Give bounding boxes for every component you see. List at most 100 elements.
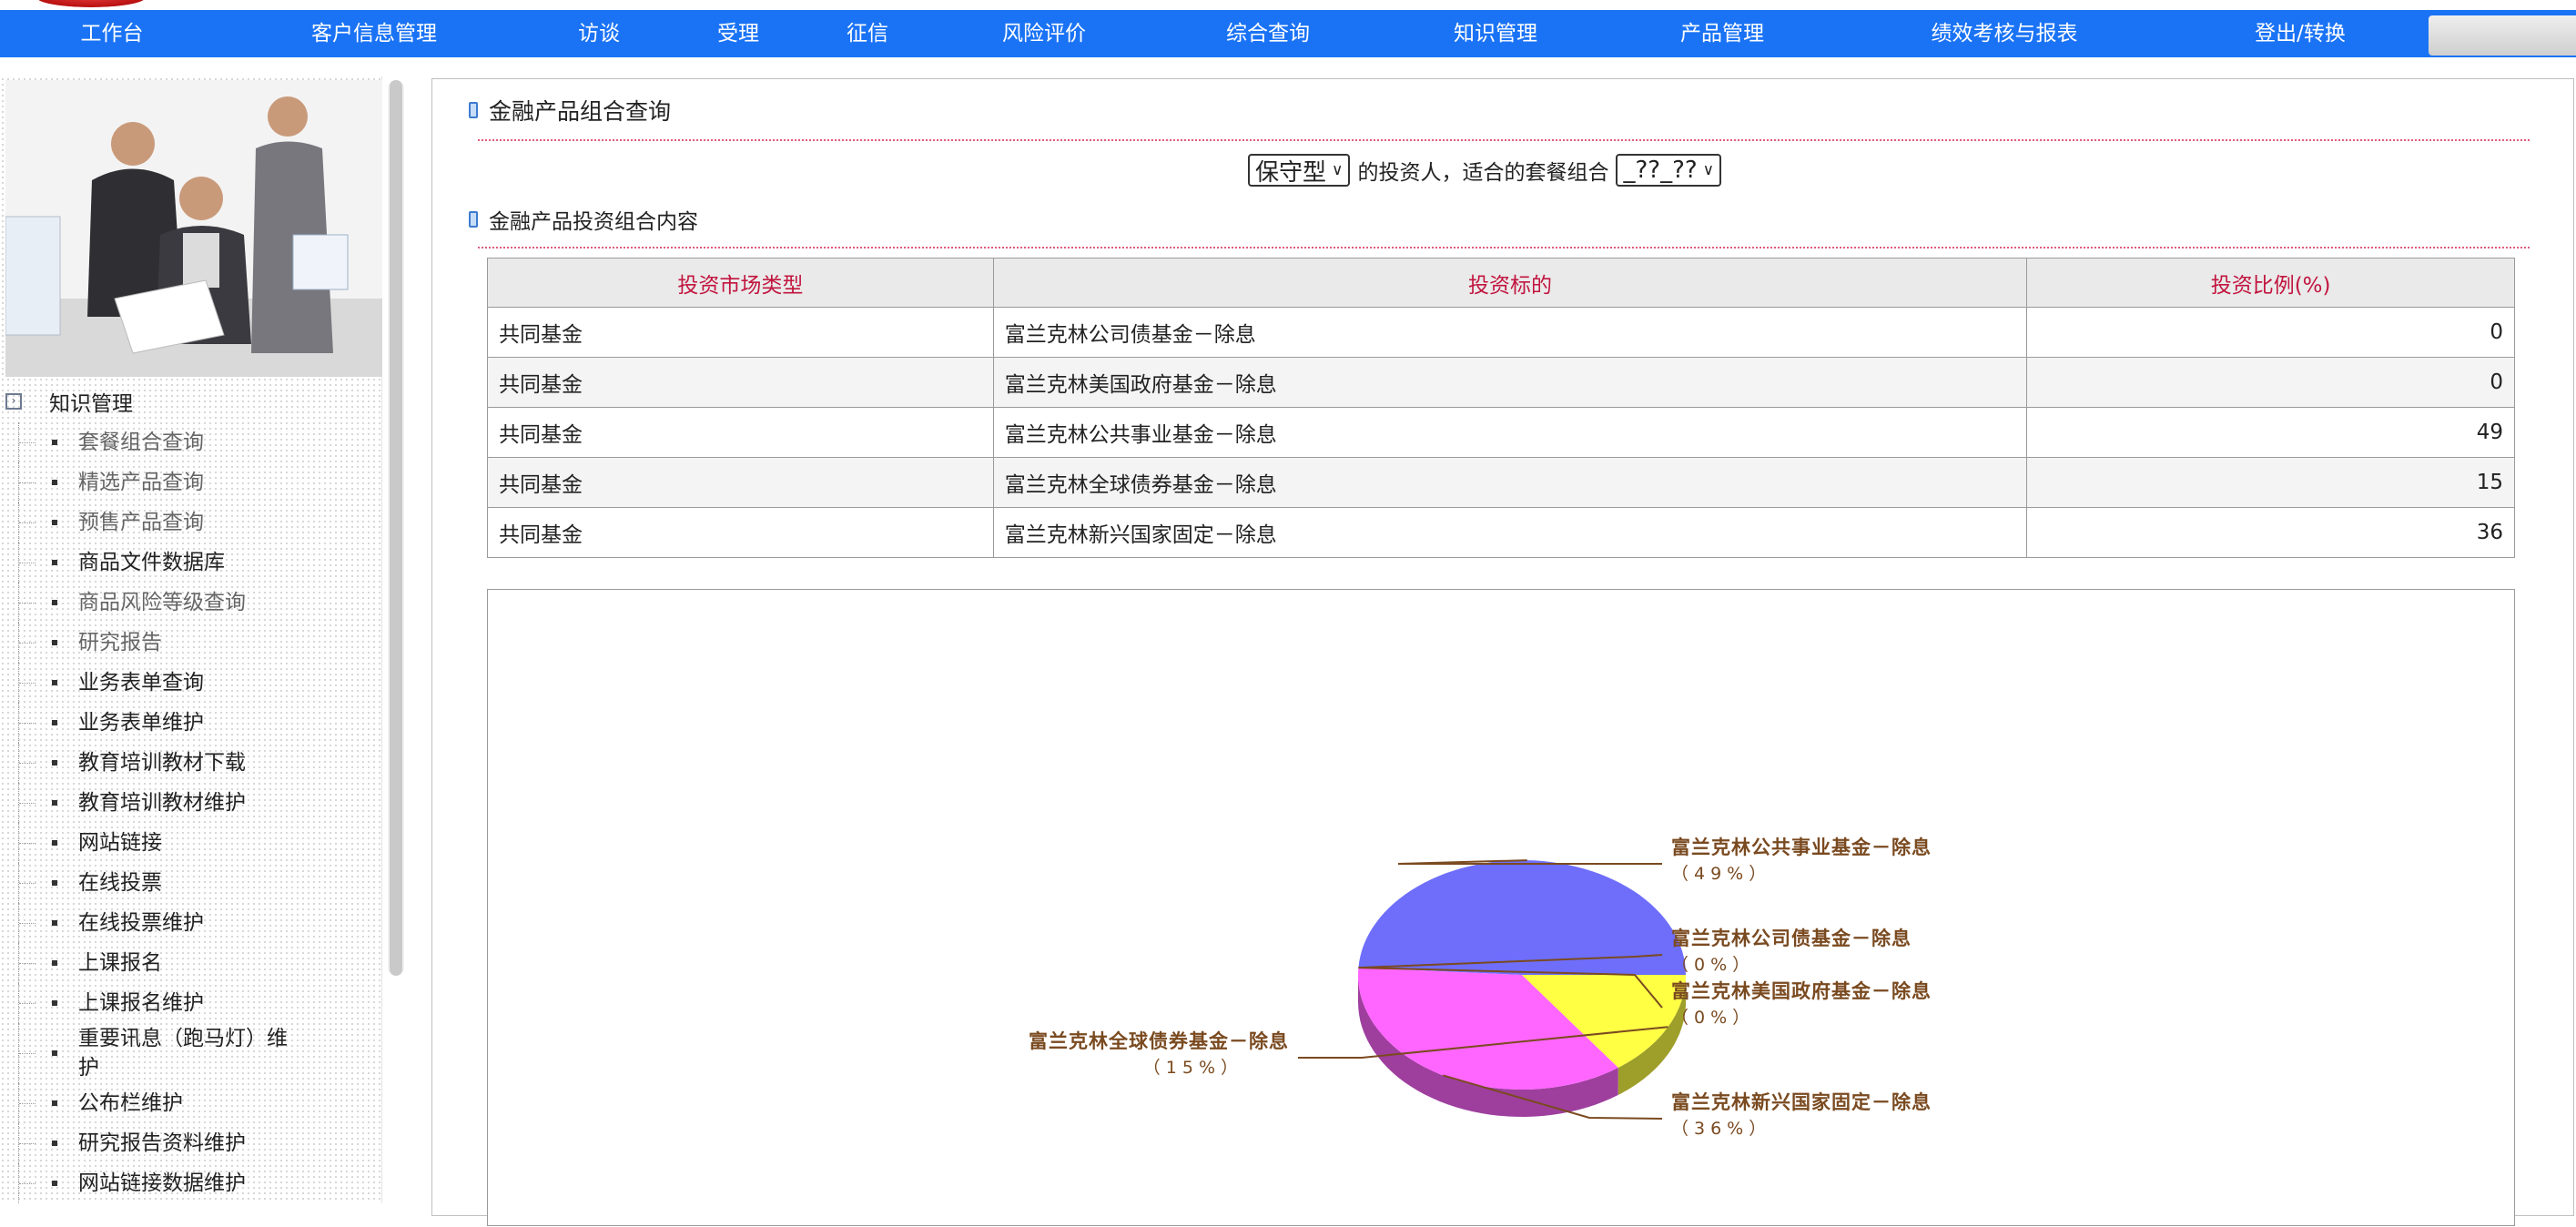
sidebar-item-product-docs[interactable]: 商品文件数据库 bbox=[0, 543, 382, 583]
portfolio-table: 投资市场类型 投资标的 投资比例(%) 共同基金 富兰克林公司债基金－除息 0 … bbox=[487, 258, 2515, 558]
sidebar-item-label: 精选产品查询 bbox=[78, 471, 204, 494]
nav-customer-info[interactable]: 客户信息管理 bbox=[311, 10, 437, 57]
table-row: 共同基金 富兰克林全球债券基金－除息 15 bbox=[487, 457, 2515, 508]
subtitle-row: 金融产品投资组合内容 bbox=[469, 201, 698, 238]
table-cell: 共同基金 bbox=[487, 407, 994, 458]
sidebar-item-class-signup-maintain[interactable]: 上课报名维护 bbox=[0, 983, 382, 1023]
table-cell: 0 bbox=[2026, 357, 2515, 408]
pie-slice-percent: （0%） bbox=[1671, 1008, 1755, 1028]
table-header-row: 投资市场类型 投资标的 投资比例(%) bbox=[487, 258, 2515, 308]
nav-right-panel bbox=[2429, 15, 2576, 56]
sidebar-item-link-data-maintain[interactable]: 网站链接数据维护 bbox=[0, 1163, 382, 1203]
table-row: 共同基金 富兰克林公司债基金－除息 0 bbox=[487, 307, 2515, 358]
pie-slice-label: 富兰克林美国政府基金－除息 bbox=[1671, 980, 1932, 1002]
sidebar-section-title: 知识管理 bbox=[49, 392, 133, 416]
sidebar-item-bulletin-maintain[interactable]: 公布栏维护 bbox=[0, 1083, 382, 1123]
sidebar-section-knowledge[interactable]: › 知识管理 bbox=[5, 386, 133, 417]
table-cell: 富兰克林美国政府基金－除息 bbox=[992, 357, 2028, 408]
sidebar-scroll-thumb[interactable] bbox=[390, 80, 402, 976]
divider bbox=[478, 139, 2530, 141]
table-cell: 富兰克林公共事业基金－除息 bbox=[992, 407, 2028, 458]
business-people-photo bbox=[5, 80, 382, 377]
sidebar-item-label: 教育培训教材维护 bbox=[78, 791, 246, 815]
nav-product[interactable]: 产品管理 bbox=[1680, 10, 1764, 57]
pie-slice-label: 富兰克林公司债基金－除息 bbox=[1671, 928, 1912, 949]
sidebar-item-form-maintain[interactable]: 业务表单维护 bbox=[0, 703, 382, 743]
combo-select[interactable]: _??_?? ∨ bbox=[1616, 154, 1722, 187]
sidebar-item-label: 在线投票维护 bbox=[78, 911, 204, 935]
page-title-row: 金融产品组合查询 bbox=[469, 92, 671, 128]
pie-chart-panel: 富兰克林公共事业基金－除息 （49%） 富兰克林公司债基金－除息 （0%） 富兰克林美国… bbox=[487, 589, 2515, 1226]
nav-interview[interactable]: 访谈 bbox=[578, 10, 620, 57]
sidebar-item-training-maintain[interactable]: 教育培训教材维护 bbox=[0, 783, 382, 823]
risk-type-select[interactable]: 保守型 ∨ bbox=[1248, 154, 1351, 187]
collapse-toggle-icon[interactable]: › bbox=[5, 393, 22, 410]
sidebar-item-label: 在线投票 bbox=[78, 871, 162, 895]
nav-accept[interactable]: 受理 bbox=[717, 10, 759, 57]
nav-general-query[interactable]: 综合查询 bbox=[1226, 10, 1310, 57]
nav-workbench[interactable]: 工作台 bbox=[81, 10, 144, 57]
table-cell: 0 bbox=[2026, 307, 2515, 358]
section-marker-icon bbox=[469, 211, 478, 228]
table-cell: 共同基金 bbox=[487, 357, 994, 408]
column-header: 投资比例(%) bbox=[2026, 258, 2515, 308]
sidebar-item-training-download[interactable]: 教育培训教材下载 bbox=[0, 743, 382, 783]
table-cell: 共同基金 bbox=[487, 307, 994, 358]
sidebar-item-label: 上课报名 bbox=[78, 951, 162, 975]
table-cell: 富兰克林全球债券基金－除息 bbox=[992, 457, 2028, 508]
sidebar-item-label: 公布栏维护 bbox=[78, 1091, 183, 1115]
table-cell: 富兰克林公司债基金－除息 bbox=[992, 307, 2028, 358]
chevron-down-icon: ∨ bbox=[1702, 161, 1715, 179]
table-cell: 36 bbox=[2026, 507, 2515, 558]
pie-slice-label: 富兰克林全球债券基金－除息 bbox=[1029, 1030, 1289, 1052]
nav-performance[interactable]: 绩效考核与报表 bbox=[1932, 10, 2078, 57]
combo-value: _??_?? bbox=[1623, 157, 1698, 184]
sidebar-item-label: 网站链接数据维护 bbox=[78, 1171, 246, 1195]
section-marker-icon bbox=[469, 102, 478, 118]
pie-slice-percent: （49%） bbox=[1671, 864, 1771, 884]
sidebar-item-label: 套餐组合查询 bbox=[78, 431, 204, 454]
top-nav-bar: 工作台 客户信息管理 访谈 受理 征信 风险评价 综合查询 知识管理 产品管理 … bbox=[0, 10, 2576, 57]
pie-slice bbox=[1358, 860, 1686, 975]
table-row: 共同基金 富兰克林公共事业基金－除息 49 bbox=[487, 407, 2515, 458]
page-title: 金融产品组合查询 bbox=[489, 98, 672, 125]
nav-credit[interactable]: 征信 bbox=[847, 10, 888, 57]
main-panel: 金融产品组合查询 保守型 ∨ 的投资人，适合的套餐组合 _??_?? ∨ 金融产… bbox=[431, 78, 2574, 1226]
sidebar-item-report-data-maintain[interactable]: 研究报告资料维护 bbox=[0, 1123, 382, 1163]
nav-risk-assessment[interactable]: 风险评价 bbox=[1002, 10, 1086, 57]
sidebar-item-label: 商品风险等级查询 bbox=[78, 591, 246, 614]
sidebar-item-online-vote-maintain[interactable]: 在线投票维护 bbox=[0, 903, 382, 943]
sidebar-item-marquee-maintain[interactable]: 重要讯息（跑马灯）维护 bbox=[0, 1023, 382, 1083]
sidebar-item-website-links[interactable]: 网站链接 bbox=[0, 823, 382, 863]
sidebar-item-risk-level[interactable]: 商品风险等级查询 bbox=[0, 583, 382, 623]
sidebar-item-featured-products[interactable]: 精选产品查询 bbox=[0, 462, 382, 502]
sidebar-item-label: 预售产品查询 bbox=[78, 511, 204, 534]
pie-slice-label: 富兰克林新兴国家固定－除息 bbox=[1671, 1091, 1932, 1113]
nav-logout[interactable]: 登出/转换 bbox=[2255, 10, 2346, 57]
table-cell: 富兰克林新兴国家固定－除息 bbox=[992, 507, 2028, 558]
sidebar-item-class-signup[interactable]: 上课报名 bbox=[0, 943, 382, 983]
table-row: 共同基金 富兰克林美国政府基金－除息 0 bbox=[487, 357, 2515, 408]
sidebar-item-online-vote[interactable]: 在线投票 bbox=[0, 863, 382, 903]
section-subtitle: 金融产品投资组合内容 bbox=[489, 210, 698, 234]
table-cell: 15 bbox=[2026, 457, 2515, 508]
column-header: 投资市场类型 bbox=[487, 258, 994, 308]
sidebar-item-label: 网站链接 bbox=[78, 831, 162, 855]
sidebar-item-label: 业务表单查询 bbox=[78, 671, 204, 695]
chevron-down-icon: ∨ bbox=[1332, 161, 1344, 179]
pie-slice-label: 富兰克林公共事业基金－除息 bbox=[1671, 837, 1932, 858]
table-cell: 共同基金 bbox=[487, 457, 994, 508]
sidebar-item-research-report[interactable]: 研究报告 bbox=[0, 623, 382, 663]
sidebar-scrollbar[interactable] bbox=[388, 80, 404, 976]
logo bbox=[0, 0, 218, 10]
table-row: 共同基金 富兰克林新兴国家固定－除息 36 bbox=[487, 507, 2515, 558]
sidebar-item-package-query[interactable]: 套餐组合查询 bbox=[0, 422, 382, 462]
filter-middle-text: 的投资人，适合的套餐组合 bbox=[1357, 161, 1609, 185]
sidebar-item-label: 研究报告资料维护 bbox=[78, 1131, 246, 1155]
sidebar-item-form-query[interactable]: 业务表单查询 bbox=[0, 663, 382, 703]
sidebar-item-presale-products[interactable]: 预售产品查询 bbox=[0, 502, 382, 543]
table-cell: 49 bbox=[2026, 407, 2515, 458]
nav-knowledge[interactable]: 知识管理 bbox=[1454, 10, 1537, 57]
sidebar-item-label: 业务表单维护 bbox=[78, 711, 204, 735]
pie-slice-percent: （36%） bbox=[1671, 1119, 1771, 1139]
